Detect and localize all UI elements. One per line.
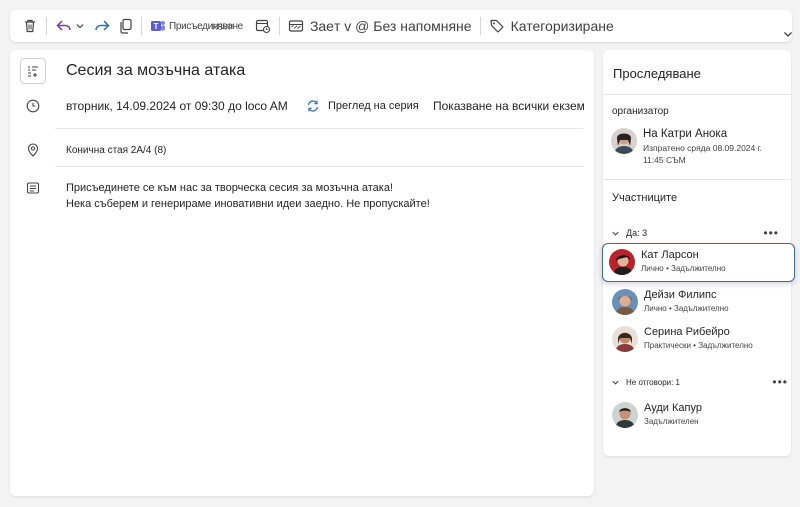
- delete-button[interactable]: [22, 13, 38, 39]
- more-options-button[interactable]: •••: [763, 226, 779, 240]
- event-title: Сесия за мозъчна атака: [66, 62, 246, 79]
- toolbar-separator: [46, 17, 47, 35]
- attendee-meta: Лично • Задължително: [644, 304, 729, 313]
- copy-button[interactable]: [119, 13, 133, 39]
- description-line: Нека съберем и генерираме иновативни иде…: [66, 198, 430, 210]
- calendar-clock-icon: [255, 19, 270, 34]
- attendee[interactable]: Ауди Капур Задължителен: [612, 402, 702, 428]
- status-icon: [288, 20, 304, 32]
- location-row: Конична стая 2A/4 (8): [20, 140, 584, 160]
- svg-text:T: T: [154, 22, 159, 31]
- datetime-row: вторник, 14.09.2024 от 09:30 до loco AM …: [20, 96, 584, 116]
- event-location: Конична стая 2A/4 (8): [66, 144, 167, 156]
- reply-icon: [56, 20, 71, 31]
- event-description: Присъединете се към нас за творческа сес…: [66, 180, 430, 212]
- join-label: Присъедин: [169, 20, 219, 32]
- attendee-name: Серина Рибейро: [644, 326, 730, 338]
- categorize-label: Категоризиране: [510, 18, 614, 34]
- organizer-sent-date: Изпратено сряда 08.09.2024 г.: [643, 143, 763, 153]
- toolbar-separator: [278, 17, 280, 35]
- divider: [55, 166, 583, 167]
- organizer-name: На Катри Анока: [643, 128, 728, 140]
- notes-icon: [26, 182, 40, 194]
- recurrence-icon: [307, 100, 319, 112]
- copy-icon: [120, 18, 132, 34]
- title-row: Сесия за мозъчна атака: [20, 58, 584, 84]
- group-accepted-label: Да: 3: [626, 228, 648, 238]
- chevron-down-icon: [612, 231, 619, 236]
- forward-icon: [95, 20, 110, 31]
- event-datetime: вторник, 14.09.2024 от 09:30 до loco AM: [66, 99, 288, 113]
- forward-button[interactable]: [93, 13, 111, 39]
- event-details-panel: Сесия за мозъчна атака вторник, 14.09.20…: [10, 50, 594, 496]
- show-all-instances-link[interactable]: Показване на всички екземпляри: [426, 99, 584, 113]
- reply-dropdown[interactable]: [75, 13, 85, 39]
- divider: [603, 179, 791, 180]
- toolbar-separator: [479, 17, 481, 35]
- reply-button[interactable]: [55, 13, 73, 39]
- calendar-view-button[interactable]: [255, 13, 271, 39]
- show-as-label: Заeт v @ Без напомняне: [309, 18, 472, 34]
- attendee[interactable]: Дейзи Филипс Лично • Задължително: [612, 289, 729, 315]
- organizer-card[interactable]: На Катри Анока Изпратено сряда 08.09.202…: [611, 128, 762, 165]
- group-no-response[interactable]: Не отговори: 1 •••: [611, 375, 788, 389]
- chevron-down-icon: [76, 24, 84, 29]
- toolbar-separator: [141, 17, 142, 35]
- categorize-button[interactable]: Категоризиране: [489, 13, 614, 39]
- show-all-instances-label: Показване на всички екземпляри: [433, 99, 584, 113]
- teams-icon: T: [151, 21, 165, 31]
- tag-icon: [489, 19, 504, 33]
- command-toolbar: T Присъедин яване RSVP Заeт v @ Без напо…: [10, 10, 792, 42]
- attendee-avatar: [612, 326, 638, 352]
- more-options-button[interactable]: •••: [772, 375, 788, 389]
- tracking-title: Проследяване: [613, 66, 701, 81]
- location-pin-icon: [27, 143, 39, 157]
- divider: [603, 94, 791, 95]
- attendees-label: Участниците: [612, 192, 678, 204]
- attendee[interactable]: Серина Рибейро Практически • Задължителн…: [612, 326, 753, 352]
- attendee-meta: Практически • Задължително: [644, 341, 753, 350]
- attendee: Кат Ларсон Лично • Задължително: [609, 249, 726, 275]
- group-accepted[interactable]: Да: 3 •••: [611, 226, 779, 240]
- divider: [55, 128, 583, 129]
- toolbar-overflow-chevron-icon[interactable]: [782, 28, 794, 40]
- clock-icon: [26, 99, 40, 113]
- attendee-name: Кат Ларсон: [641, 249, 699, 261]
- attendee-name: Ауди Капур: [644, 402, 702, 414]
- rsvp-label: RSVP: [212, 23, 234, 32]
- attendee-avatar: [609, 249, 635, 275]
- description-row: Присъединете се към нас за творческа сес…: [20, 180, 584, 212]
- description-line: Присъединете се към нас за творческа сес…: [66, 182, 394, 194]
- organizer-sent-time: 11:45 СЪМ: [643, 155, 686, 165]
- attendee-card-selected[interactable]: Кат Ларсон Лично • Задължително: [602, 243, 795, 282]
- attendee-meta: Задължителен: [644, 417, 699, 426]
- attendee-name: Дейзи Филипс: [644, 289, 717, 301]
- view-series-link[interactable]: Преглед на серия: [306, 99, 419, 113]
- trash-icon: [25, 19, 35, 33]
- chevron-down-icon: [612, 380, 619, 385]
- group-no-response-label: Не отговори: 1: [626, 377, 680, 387]
- attendee-avatar: [612, 402, 638, 428]
- organizer-avatar: [611, 128, 637, 154]
- join-teams-button[interactable]: T Присъедин яване RSVP: [150, 13, 243, 39]
- show-as-button[interactable]: Заeт v @ Без напомняне: [288, 13, 472, 39]
- attendee-meta: Лично • Задължително: [641, 264, 726, 273]
- organizer-label: организатор: [612, 106, 669, 117]
- attendee-avatar: [612, 289, 638, 315]
- view-series-label: Преглед на серия: [328, 100, 419, 112]
- agenda-button[interactable]: [20, 58, 46, 84]
- agenda-icon: [28, 66, 38, 77]
